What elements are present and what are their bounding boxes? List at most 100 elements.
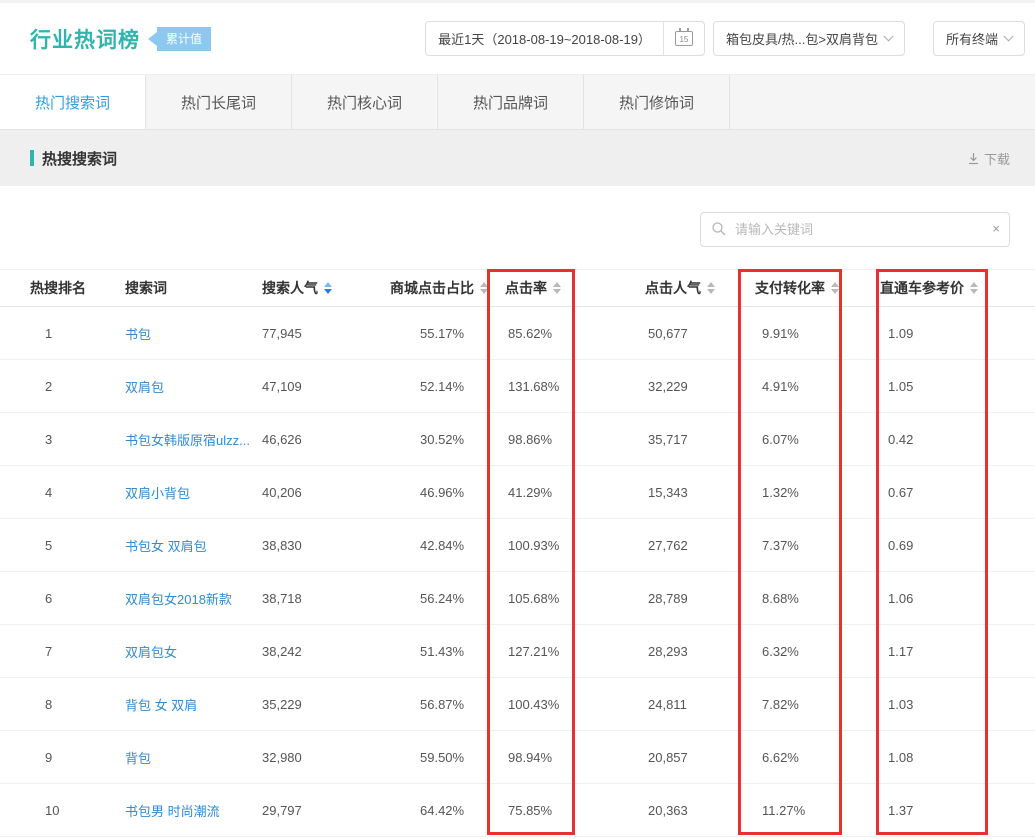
column-header-keyword: 搜索词 — [125, 278, 262, 298]
sort-icon[interactable] — [970, 282, 978, 294]
column-header-label: 点击人气 — [645, 278, 701, 298]
column-header-label: 直通车参考价 — [880, 278, 964, 298]
cell-ztc_ref_price: 0.42 — [880, 432, 1005, 447]
sort-icon[interactable] — [831, 282, 839, 294]
cell-rank: 3 — [30, 432, 125, 447]
keyword-link[interactable]: 书包女 双肩包 — [125, 539, 207, 554]
badge-arrow-icon — [148, 32, 157, 46]
column-header-click_popularity[interactable]: 点击人气 — [645, 278, 755, 298]
category-filter-dropdown[interactable]: 箱包皮具/热...包>双肩背包 — [713, 21, 905, 56]
date-range-label: 最近1天（2018-08-19~2018-08-19） — [426, 22, 664, 55]
cell-ztc_ref_price: 0.67 — [880, 485, 1005, 500]
cell-search_popularity: 38,830 — [262, 538, 390, 553]
keyword-link[interactable]: 双肩小背包 — [125, 486, 190, 501]
terminal-filter-label: 所有终端 — [934, 29, 998, 48]
title-area: 行业热词榜 累计值 — [30, 24, 211, 54]
tab-bar: 热门搜索词热门长尾词热门核心词热门品牌词热门修饰词 — [0, 74, 1035, 130]
cell-search_popularity: 38,718 — [262, 591, 390, 606]
column-header-mall_click_ratio[interactable]: 商城点击占比 — [390, 278, 505, 298]
calendar-button[interactable]: 15 — [664, 22, 704, 55]
search-input[interactable] — [700, 212, 1010, 247]
column-header-label: 热搜排名 — [30, 278, 86, 298]
sort-icon[interactable] — [324, 282, 332, 294]
cell-ctr: 98.86% — [505, 432, 645, 447]
calendar-icon: 15 — [675, 31, 693, 46]
column-header-ztc_ref_price[interactable]: 直通车参考价 — [880, 278, 1005, 298]
sort-icon[interactable] — [707, 282, 715, 294]
table-row: 5书包女 双肩包38,83042.84%100.93%27,7627.37%0.… — [0, 519, 1035, 572]
table-row: 10书包男 时尚潮流29,79764.42%75.85%20,36311.27%… — [0, 784, 1035, 837]
cell-click_popularity: 28,789 — [645, 591, 755, 606]
chevron-down-icon — [884, 32, 894, 42]
table-body: 1书包77,94555.17%85.62%50,6779.91%1.092双肩包… — [0, 307, 1035, 837]
tab-long-tail[interactable]: 热门长尾词 — [146, 75, 292, 129]
badge-label: 累计值 — [157, 27, 211, 51]
cell-click_popularity: 20,857 — [645, 750, 755, 765]
cell-keyword: 双肩包女 — [125, 642, 262, 661]
cell-click_popularity: 24,811 — [645, 697, 755, 712]
cell-ztc_ref_price: 1.37 — [880, 803, 1005, 818]
cell-keyword: 双肩小背包 — [125, 483, 262, 502]
section-title: 热搜搜索词 — [30, 148, 117, 169]
column-header-label: 搜索人气 — [262, 278, 318, 298]
cell-pay_conversion: 1.32% — [755, 485, 880, 500]
tab-modifier[interactable]: 热门修饰词 — [584, 75, 730, 129]
table-header: 热搜排名 搜索词搜索人气 商城点击占比点击率点击人气 支付转化率直通车参考价 — [0, 269, 1035, 307]
filter-controls: 最近1天（2018-08-19~2018-08-19） 15 箱包皮具/热...… — [425, 21, 1025, 56]
cell-pay_conversion: 7.82% — [755, 697, 880, 712]
tab-core[interactable]: 热门核心词 — [292, 75, 438, 129]
cell-mall_click_ratio: 51.43% — [390, 644, 505, 659]
table-row: 8背包 女 双肩35,22956.87%100.43%24,8117.82%1.… — [0, 678, 1035, 731]
download-icon — [967, 152, 980, 165]
sort-icon[interactable] — [480, 282, 488, 294]
page-title: 行业热词榜 — [30, 24, 140, 54]
keyword-link[interactable]: 双肩包女 — [125, 645, 177, 660]
cell-rank: 2 — [30, 379, 125, 394]
keyword-link[interactable]: 双肩包女2018新款 — [125, 592, 232, 607]
keyword-search-box: × — [700, 212, 1010, 247]
cell-search_popularity: 35,229 — [262, 697, 390, 712]
cell-ctr: 75.85% — [505, 803, 645, 818]
keyword-link[interactable]: 书包 — [125, 327, 151, 342]
sort-icon[interactable] — [553, 282, 561, 294]
cell-mall_click_ratio: 42.84% — [390, 538, 505, 553]
date-range-picker[interactable]: 最近1天（2018-08-19~2018-08-19） 15 — [425, 21, 705, 56]
cell-rank: 8 — [30, 697, 125, 712]
column-header-ctr[interactable]: 点击率 — [505, 278, 645, 298]
cell-ztc_ref_price: 0.69 — [880, 538, 1005, 553]
column-header-search_popularity[interactable]: 搜索人气 — [262, 278, 390, 298]
column-header-pay_conversion[interactable]: 支付转化率 — [755, 278, 880, 298]
cell-search_popularity: 40,206 — [262, 485, 390, 500]
table-row: 2双肩包47,10952.14%131.68%32,2294.91%1.05 — [0, 360, 1035, 413]
tab-hot-search[interactable]: 热门搜索词 — [0, 75, 146, 129]
cell-keyword: 双肩包 — [125, 377, 262, 396]
tab-brand[interactable]: 热门品牌词 — [438, 75, 584, 129]
cell-mall_click_ratio: 30.52% — [390, 432, 505, 447]
keyword-link[interactable]: 书包女韩版原宿ulzz... — [125, 433, 250, 448]
cell-click_popularity: 15,343 — [645, 485, 755, 500]
cell-pay_conversion: 11.27% — [755, 803, 880, 818]
cell-keyword: 书包 — [125, 324, 262, 343]
cell-mall_click_ratio: 64.42% — [390, 803, 505, 818]
cumulative-value-badge: 累计值 — [148, 27, 211, 51]
section-header: 热搜搜索词 下载 — [0, 130, 1035, 186]
cell-pay_conversion: 4.91% — [755, 379, 880, 394]
cell-rank: 6 — [30, 591, 125, 606]
terminal-filter-dropdown[interactable]: 所有终端 — [933, 21, 1025, 56]
keyword-link[interactable]: 书包男 时尚潮流 — [125, 804, 220, 819]
cell-mall_click_ratio: 55.17% — [390, 326, 505, 341]
cell-mall_click_ratio: 59.50% — [390, 750, 505, 765]
cell-ztc_ref_price: 1.17 — [880, 644, 1005, 659]
cell-ctr: 131.68% — [505, 379, 645, 394]
category-filter-label: 箱包皮具/热...包>双肩背包 — [714, 29, 878, 48]
cell-mall_click_ratio: 56.24% — [390, 591, 505, 606]
cell-mall_click_ratio: 46.96% — [390, 485, 505, 500]
keyword-link[interactable]: 背包 — [125, 751, 151, 766]
clear-search-icon[interactable]: × — [992, 220, 1000, 238]
cell-keyword: 双肩包女2018新款 — [125, 589, 262, 608]
table-row: 6双肩包女2018新款38,71856.24%105.68%28,7898.68… — [0, 572, 1035, 625]
download-button[interactable]: 下载 — [967, 149, 1010, 168]
keyword-link[interactable]: 双肩包 — [125, 380, 164, 395]
keyword-link[interactable]: 背包 女 双肩 — [125, 698, 197, 713]
cell-pay_conversion: 8.68% — [755, 591, 880, 606]
